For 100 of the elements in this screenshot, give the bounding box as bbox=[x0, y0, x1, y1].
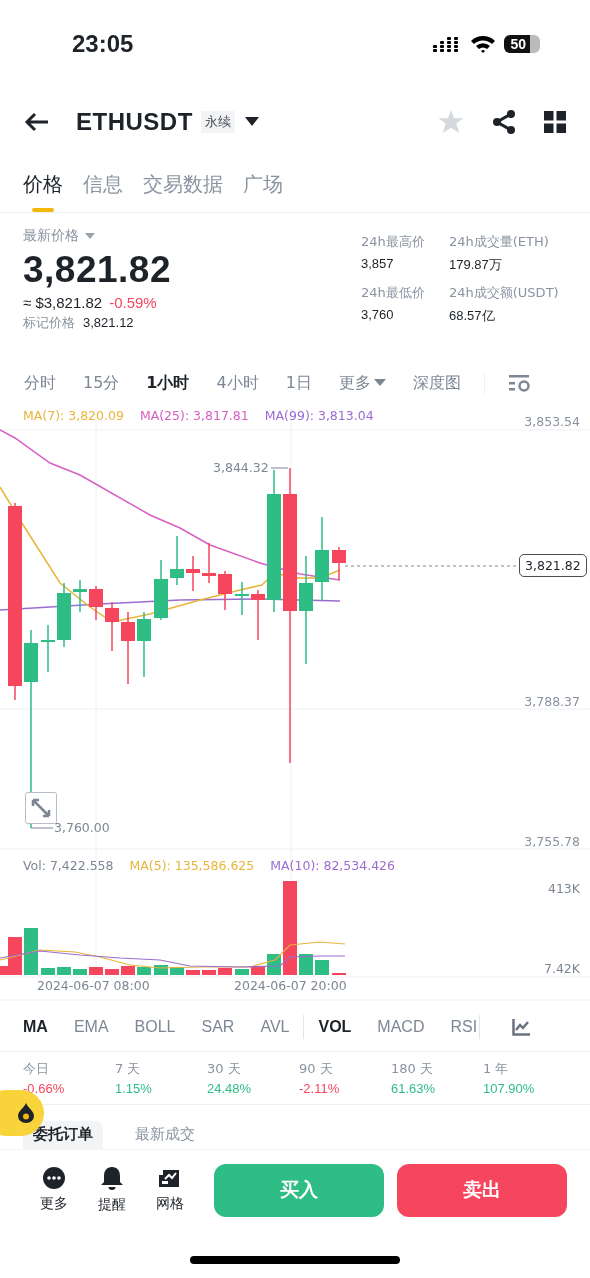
axis-label: 3,755.78 bbox=[524, 834, 580, 849]
interval-tab[interactable]: 1日 bbox=[285, 372, 312, 394]
symbol-title[interactable]: ETHUSDT bbox=[76, 108, 193, 136]
candlestick bbox=[170, 535, 184, 586]
stat-value: 3,760 bbox=[361, 307, 395, 322]
axis-label: 2024-06-07 20:00 bbox=[234, 978, 347, 993]
candlestick bbox=[186, 555, 200, 592]
last-price-label[interactable]: 最新价格 bbox=[23, 227, 79, 245]
period-change: 1.15% bbox=[115, 1081, 152, 1096]
candlestick bbox=[235, 581, 249, 616]
page-tab[interactable]: 广场 bbox=[243, 156, 283, 212]
page-tab[interactable]: 信息 bbox=[83, 156, 123, 212]
stat-label: 24h成交量(ETH) bbox=[449, 233, 550, 251]
candlestick bbox=[89, 585, 103, 621]
interval-tab[interactable]: 4小时 bbox=[216, 372, 259, 394]
battery-indicator: 50 bbox=[504, 35, 540, 53]
period-label: 180 天 bbox=[391, 1060, 434, 1078]
nav-button[interactable]: 提醒 bbox=[94, 1166, 130, 1214]
period-label: 7 天 bbox=[115, 1060, 142, 1078]
indicator-tab[interactable]: AVL bbox=[260, 1018, 290, 1036]
volume-bar bbox=[315, 960, 329, 975]
indicator-tab[interactable]: VOL bbox=[318, 1018, 352, 1036]
volume-bar bbox=[89, 967, 103, 975]
volume-bar bbox=[251, 966, 265, 975]
candlestick bbox=[105, 601, 119, 652]
indicator-tab[interactable]: BOLL bbox=[134, 1018, 176, 1036]
stat-value: 68.57亿 bbox=[449, 307, 496, 325]
indicator-tab[interactable]: EMA bbox=[73, 1018, 109, 1036]
order-tab[interactable]: 最新成交 bbox=[125, 1121, 205, 1150]
candlestick bbox=[218, 570, 232, 611]
volume-bar bbox=[218, 968, 232, 975]
grid-icon[interactable] bbox=[544, 111, 566, 133]
last-price-tag: 3,821.82 bbox=[519, 554, 587, 577]
axis-label: 3,788.37 bbox=[524, 694, 580, 709]
last-price: 3,821.82 bbox=[23, 249, 172, 291]
volume-bar bbox=[170, 967, 184, 975]
period-label: 1 年 bbox=[483, 1060, 510, 1078]
indicator-tab[interactable]: MA bbox=[23, 1018, 48, 1036]
more-icon bbox=[43, 1167, 65, 1189]
indicator-tab[interactable]: SAR bbox=[201, 1018, 235, 1036]
volume-legend: MA(10): 82,534.426 bbox=[270, 858, 395, 873]
volume-legend: Vol: 7,422.558 bbox=[23, 858, 114, 873]
period-change: 24.48% bbox=[207, 1081, 252, 1096]
back-icon[interactable] bbox=[24, 112, 50, 132]
interval-tab[interactable]: 1小时 bbox=[146, 372, 190, 394]
candlestick bbox=[332, 546, 346, 581]
stat-value: 179.87万 bbox=[449, 256, 503, 274]
period-change: -2.11% bbox=[299, 1081, 340, 1096]
volume-bar bbox=[57, 967, 71, 975]
axis-label: 3,853.54 bbox=[524, 414, 580, 429]
axis-label: 413K bbox=[547, 881, 580, 896]
indicator-tab[interactable]: MACD bbox=[377, 1018, 425, 1036]
axis-label: 2024-06-07 08:00 bbox=[37, 978, 150, 993]
candlestick bbox=[202, 542, 216, 584]
interval-tab[interactable]: 更多 bbox=[338, 372, 386, 394]
mark-price: 3,821.12 bbox=[83, 315, 134, 330]
axis-label: 7.42K bbox=[543, 961, 580, 976]
star-icon[interactable] bbox=[438, 110, 464, 134]
nav-button[interactable]: 更多 bbox=[36, 1167, 72, 1213]
volume-bar bbox=[299, 954, 313, 975]
page-tab[interactable]: 交易数据 bbox=[143, 156, 223, 212]
stat-label: 24h最低价 bbox=[361, 284, 426, 302]
volume-bar bbox=[105, 969, 119, 975]
contract-tag: 永续 bbox=[200, 111, 235, 133]
nav-button[interactable]: 网格 bbox=[152, 1167, 188, 1213]
volume-bar bbox=[186, 970, 200, 975]
period-change: 107.90% bbox=[483, 1081, 535, 1096]
caret-icon[interactable] bbox=[244, 117, 259, 127]
volume-bar bbox=[235, 969, 249, 975]
candlestick bbox=[154, 559, 168, 621]
period-change: -0.66% bbox=[23, 1081, 65, 1096]
page-tab[interactable]: 价格 bbox=[23, 156, 63, 212]
wifi-icon bbox=[470, 35, 497, 53]
volume-bar bbox=[73, 969, 87, 975]
interval-tab[interactable]: 15分 bbox=[83, 372, 120, 394]
volume-bar bbox=[154, 965, 168, 975]
volume-bar bbox=[202, 970, 216, 975]
interval-tab[interactable]: 分时 bbox=[24, 372, 56, 394]
mark-price-label: 标记价格 bbox=[23, 314, 75, 332]
stat-label: 24h最高价 bbox=[361, 233, 426, 251]
high-price-label: 3,844.32 bbox=[213, 460, 269, 475]
grid-chart-icon bbox=[159, 1167, 181, 1189]
share-icon[interactable] bbox=[492, 110, 516, 134]
indicator-tab[interactable]: RSI bbox=[450, 1018, 478, 1036]
candlestick bbox=[73, 579, 87, 613]
interval-tab[interactable]: 深度图 bbox=[412, 372, 461, 394]
period-label: 今日 bbox=[23, 1060, 50, 1078]
volume-bar bbox=[121, 966, 135, 975]
period-label: 90 天 bbox=[299, 1060, 334, 1078]
usd-price: ≈ $3,821.82 bbox=[23, 294, 103, 311]
candlestick bbox=[57, 582, 71, 648]
period-change: 61.63% bbox=[391, 1081, 436, 1096]
chart-line-icon[interactable] bbox=[512, 1018, 531, 1036]
buy-button[interactable]: 买入 bbox=[214, 1163, 384, 1217]
sell-button[interactable]: 卖出 bbox=[397, 1163, 567, 1217]
ma-legend: MA(99): 3,813.04 bbox=[264, 408, 374, 423]
expand-icon[interactable] bbox=[25, 792, 57, 824]
volume-bar bbox=[137, 967, 151, 975]
chart-settings-icon[interactable] bbox=[508, 374, 531, 392]
ma-legend: MA(25): 3,817.81 bbox=[139, 408, 249, 423]
